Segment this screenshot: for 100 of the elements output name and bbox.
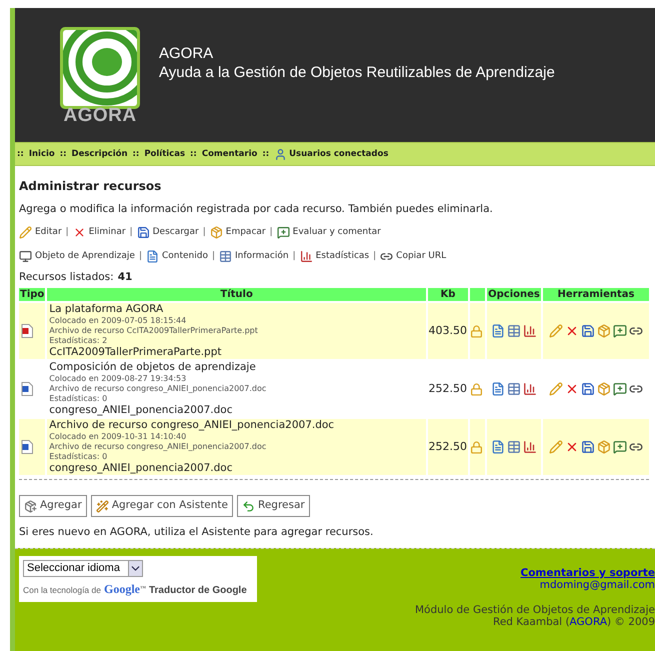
undo-icon	[242, 500, 255, 512]
comment-icon	[613, 440, 627, 454]
legend-divider: |	[66, 226, 69, 239]
table-icon	[219, 250, 232, 263]
close-icon	[72, 226, 86, 239]
table-icon	[507, 382, 521, 396]
file-icon	[21, 440, 33, 454]
comment-icon	[276, 226, 290, 239]
table-icon	[507, 324, 521, 338]
legend-label: Contenido	[162, 250, 208, 263]
legend-divider: |	[202, 226, 206, 239]
column-header: Opciones	[487, 288, 541, 301]
action-button[interactable]: Agregar	[19, 495, 87, 517]
pencil-icon	[549, 382, 563, 396]
nav-separator: ::	[262, 148, 270, 160]
agora-link[interactable]: AGORA	[570, 616, 607, 628]
resource-file: Archivo de recurso congreso_ANIEI_ponencia2007.doc	[49, 384, 268, 394]
legend-label: Editar	[35, 226, 62, 239]
action-button[interactable]: Agregar con Asistente	[90, 495, 233, 517]
close-icon	[565, 382, 579, 396]
lock-icon	[470, 324, 483, 338]
lock-icon	[470, 382, 483, 396]
count-value: 41	[118, 270, 132, 284]
chart-icon	[523, 440, 537, 454]
nav-separator: ::	[190, 148, 197, 160]
site-title: AGORA	[159, 44, 214, 63]
column-header: Tipo	[19, 288, 46, 301]
table-cell: 403.50	[428, 303, 468, 359]
page-heading: Administrar recursos	[19, 178, 162, 194]
package-icon	[597, 382, 611, 396]
package-icon	[210, 226, 223, 239]
legend-divider: |	[292, 250, 296, 263]
monitor-icon	[19, 250, 32, 263]
nav-link[interactable]: Descripción	[72, 148, 128, 160]
resource-date: Colocado en 2009-07-05 18:15:44	[49, 316, 188, 326]
legend-divider: |	[138, 250, 142, 263]
legend-label: Estadísticas	[316, 250, 370, 263]
powered-by-text: Con la tecnología de	[23, 584, 101, 597]
legend-label: Eliminar	[88, 226, 126, 239]
google-logo: Google$^{™}$	[104, 581, 146, 598]
page-icon	[491, 440, 505, 454]
language-select[interactable]: Seleccionar idioma	[23, 560, 143, 577]
column-header: Título	[47, 288, 426, 301]
nav-separator: ::	[60, 148, 67, 160]
chart-icon	[523, 382, 537, 396]
user-icon	[274, 148, 288, 160]
comment-icon	[613, 324, 627, 338]
save-icon	[581, 324, 595, 338]
legend-divider: |	[373, 250, 376, 263]
package-icon	[597, 440, 611, 454]
legend-divider: |	[212, 250, 216, 263]
dropdown-icon	[128, 561, 142, 576]
lock-icon	[470, 440, 483, 454]
nav-link[interactable]: Políticas	[144, 148, 186, 160]
pencil-icon	[549, 324, 563, 338]
email-link[interactable]: mdoming@gmail.com	[540, 579, 655, 591]
resource-filename: CcITA2009TallerPrimeraParte.ppt	[49, 346, 223, 359]
table-cell: 252.50	[428, 419, 468, 475]
resource-filename: congreso_ANIEI_ponencia2007.doc	[49, 462, 234, 475]
legend-label: Objeto de Aprendizaje	[35, 250, 135, 263]
logo-icon	[59, 26, 141, 110]
resource-date: Colocado en 2009-10-31 14:10:40	[49, 432, 188, 442]
page-icon	[491, 382, 505, 396]
action-button[interactable]: Regresar	[237, 495, 310, 517]
wand-icon	[96, 500, 109, 512]
module-name: Módulo de Gestión de Objetos de Aprendizaje	[415, 604, 655, 616]
add-icon	[24, 500, 37, 512]
resource-file: Archivo de recurso congreso_ANIEI_ponencia2007.doc	[49, 442, 268, 452]
count-label: Recursos listados:	[19, 270, 114, 284]
close-icon	[565, 440, 579, 454]
support-link[interactable]: Comentarios y soporte	[520, 567, 655, 579]
legend-divider: |	[270, 226, 273, 239]
comment-icon	[613, 382, 627, 396]
nav-separator: ::	[132, 148, 140, 160]
nav-link[interactable]: Usuarios conectados	[274, 148, 388, 160]
credit-text: ) © 2009	[607, 616, 655, 628]
nav-link[interactable]: Comentario	[202, 148, 258, 160]
resource-title: Composición de objetos de aprendizaje	[49, 361, 257, 374]
legend-label: Información	[235, 250, 289, 263]
close-icon	[565, 324, 579, 338]
help-note: Si eres nuevo en AGORA, utiliza el Asistente para agregar recursos.	[19, 525, 374, 539]
save-icon	[581, 440, 595, 454]
legend-label: Descargar	[152, 226, 199, 239]
page-icon	[491, 324, 505, 338]
legend-label: Empacar	[226, 226, 266, 239]
translator-text: Traductor de Google	[148, 584, 247, 598]
legend-label: Evaluar y comentar	[292, 226, 381, 239]
logo-text: AGORA	[63, 106, 137, 124]
column-header	[470, 288, 485, 301]
resource-title: La plataforma AGORA	[49, 303, 164, 316]
save-icon	[136, 226, 150, 239]
save-icon	[581, 382, 595, 396]
nav-link[interactable]: Inicio	[28, 148, 55, 160]
legend-divider: |	[130, 226, 133, 239]
resource-stats: Estadísticas: 2	[49, 336, 108, 346]
credit-text: Red Kaambal (	[493, 616, 570, 628]
resource-title: Archivo de recurso congreso_ANIEI_ponencia2007.doc	[49, 419, 336, 432]
chart-icon	[523, 324, 537, 338]
column-header: Herramientas	[543, 288, 649, 301]
column-header: Kb	[428, 288, 468, 301]
